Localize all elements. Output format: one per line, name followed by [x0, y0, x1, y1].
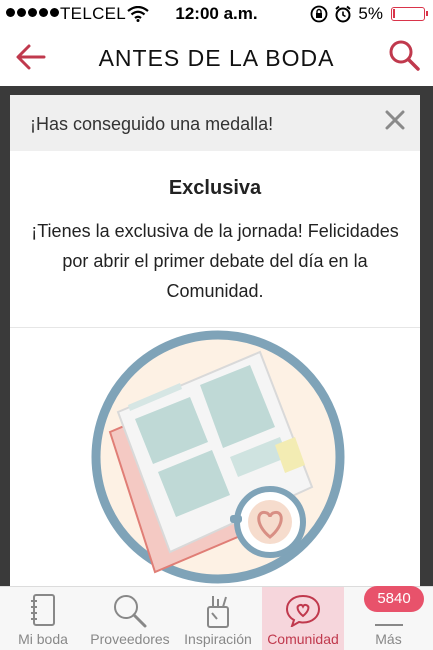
modal-header: ¡Has conseguido una medalla!	[10, 95, 420, 151]
pencil-cup-icon	[207, 596, 229, 628]
search-icon[interactable]	[387, 38, 421, 72]
close-icon[interactable]	[384, 109, 406, 131]
tab-label: Mi boda	[18, 631, 68, 647]
medal-modal: ¡Has conseguido una medalla! Exclusiva ¡…	[10, 95, 420, 586]
medal-title: Exclusiva	[168, 177, 262, 199]
notification-badge: 5840	[364, 586, 424, 612]
heart-chat-icon	[285, 594, 321, 627]
status-bar: TELCEL 12:00 a.m. 5%	[0, 0, 433, 28]
tab-label: Más	[375, 631, 402, 647]
page-title: ANTES DE LA BODA	[98, 45, 335, 71]
tab-comunidad[interactable]: Comunidad	[262, 587, 344, 650]
status-right: 5%	[310, 4, 428, 24]
tab-inspiracion[interactable]: Inspiración	[174, 587, 262, 650]
tab-proveedores[interactable]: Proveedores	[86, 587, 174, 650]
tab-mi-boda[interactable]: Mi boda	[0, 587, 86, 650]
battery-percent: 5%	[358, 4, 383, 23]
medal-description: ¡Tienes la exclusiva de la jornada! Feli…	[31, 221, 399, 301]
battery-icon	[391, 7, 428, 21]
tab-label: Inspiración	[184, 631, 252, 647]
orientation-lock-icon	[311, 5, 328, 23]
tab-label: Proveedores	[90, 631, 170, 647]
notebook-icon	[31, 594, 55, 626]
alarm-icon	[335, 5, 352, 23]
app-header: ANTES DE LA BODA	[0, 28, 433, 86]
tab-label: Comunidad	[267, 631, 339, 647]
magnifier-icon	[114, 595, 147, 628]
newspaper-and-coffee-illustration	[91, 330, 345, 584]
modal-message: ¡Has conseguido una medalla!	[30, 114, 274, 134]
